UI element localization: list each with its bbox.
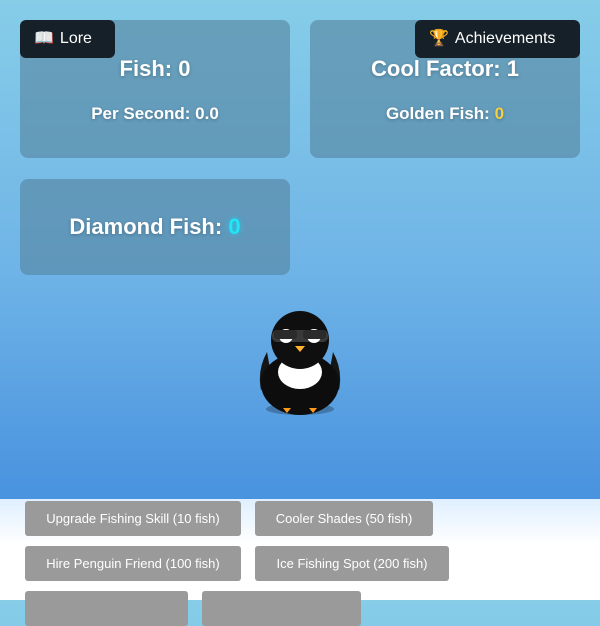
cool-factor: Cool Factor: 1 <box>371 56 519 81</box>
golden-fish-label: Golden Fish: <box>385 104 495 123</box>
golden-fish-value: 0 <box>494 104 505 123</box>
diamond-stats-panel: Diamond Fish: 0 <box>20 179 290 275</box>
cooler-shades-button[interactable]: Cooler Shades (50 fish) <box>255 501 433 536</box>
diamond-fish-value: 0 <box>228 214 241 239</box>
shop-panel: Upgrade Fishing Skill (10 fish) Cooler S… <box>0 499 600 626</box>
lore-label: Lore <box>59 30 92 47</box>
shop-item-button[interactable] <box>202 591 361 626</box>
sunglasses-lens-left <box>274 330 297 339</box>
sunglasses-lens-right <box>303 330 326 339</box>
ice-fishing-spot-button[interactable]: Ice Fishing Spot (200 fish) <box>255 546 449 581</box>
trophy-icon: 🏆 <box>429 30 449 47</box>
achievements-button[interactable]: 🏆 Achievements <box>415 20 580 58</box>
penguin-icon[interactable] <box>255 308 345 418</box>
achievements-label: Achievements <box>454 30 556 47</box>
lore-button[interactable]: 📖 Lore <box>20 20 115 58</box>
diamond-fish-label: Diamond Fish: <box>69 214 229 239</box>
fish-count: Fish: 0 <box>119 56 191 81</box>
shop-item-button[interactable] <box>25 591 188 626</box>
book-icon: 📖 <box>34 30 54 47</box>
hire-penguin-friend-button[interactable]: Hire Penguin Friend (100 fish) <box>25 546 241 581</box>
golden-fish: Golden Fish: 0 <box>310 104 580 124</box>
per-second-rate: Per Second: 0.0 <box>91 104 219 123</box>
diamond-fish: Diamond Fish: 0 <box>20 214 290 240</box>
upgrade-fishing-skill-button[interactable]: Upgrade Fishing Skill (10 fish) <box>25 501 241 536</box>
